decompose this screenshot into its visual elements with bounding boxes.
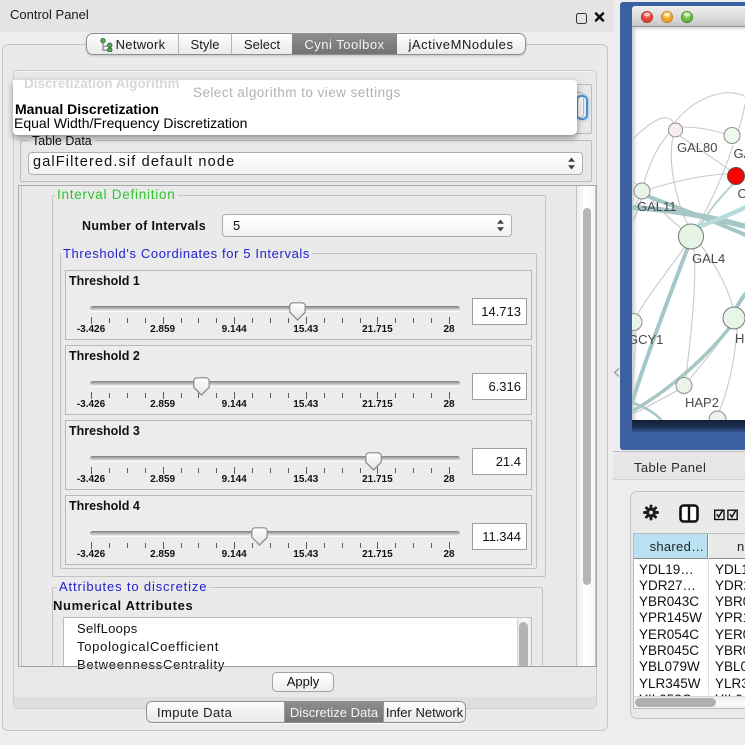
svg-text:HI: HI: [735, 331, 745, 346]
svg-text:GAL80: GAL80: [677, 140, 717, 155]
svg-text:GAL4: GAL4: [692, 251, 725, 266]
svg-text:GAL11: GAL11: [637, 199, 677, 214]
svg-text:GCY1: GCY1: [632, 332, 663, 347]
svg-text:C: C: [738, 186, 745, 201]
svg-text:HAP2: HAP2: [685, 395, 719, 410]
svg-text:GA: GA: [734, 146, 745, 161]
